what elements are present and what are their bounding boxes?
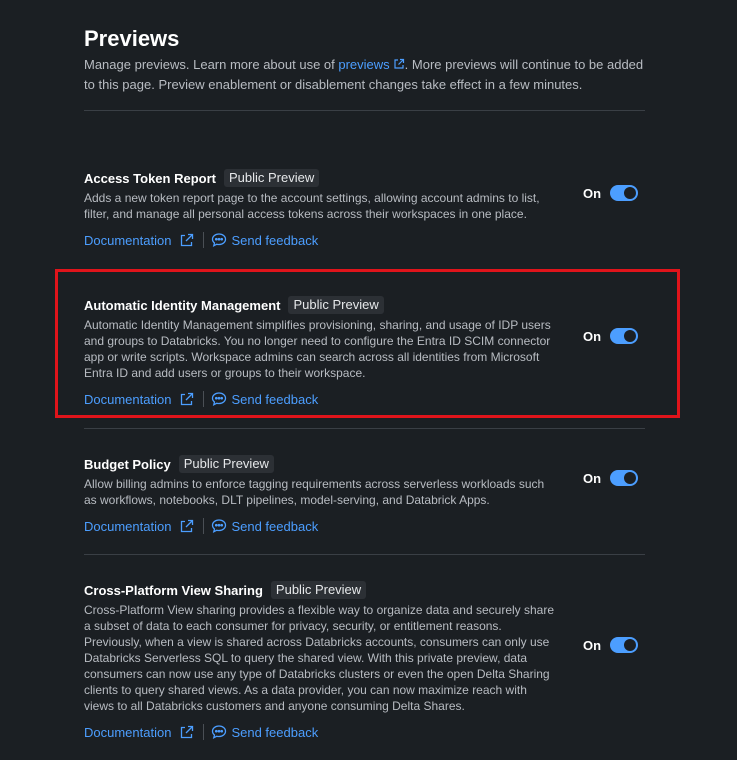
divider xyxy=(84,428,645,429)
speech-bubble-icon xyxy=(212,233,227,248)
toggle-switch[interactable] xyxy=(610,185,639,201)
feature-title: Cross-Platform View Sharing xyxy=(84,582,263,598)
toggle-label: On xyxy=(583,470,602,486)
highlight-box xyxy=(55,269,680,418)
feature-cross-platform-view-sharing: Cross-Platform View Sharing Public Previ… xyxy=(84,580,644,741)
divider xyxy=(84,110,645,111)
status-badge: Public Preview xyxy=(223,169,320,187)
page-title: Previews xyxy=(84,26,180,51)
documentation-link[interactable]: Documentation xyxy=(84,725,194,740)
toggle-knob xyxy=(624,187,637,199)
external-link-icon xyxy=(394,58,404,69)
previews-link-label: previews xyxy=(338,57,390,72)
toggle-label: On xyxy=(583,637,602,653)
send-feedback-link[interactable]: Send feedback xyxy=(211,724,318,740)
separator xyxy=(203,724,205,740)
intro-text-before: Manage previews. Learn more about use of xyxy=(84,57,339,72)
separator xyxy=(203,232,205,248)
send-feedback-link[interactable]: Send feedback xyxy=(211,232,318,248)
external-link-icon xyxy=(181,233,194,246)
speech-bubble-icon xyxy=(212,725,227,740)
send-feedback-label: Send feedback xyxy=(231,232,319,248)
send-feedback-label: Send feedback xyxy=(231,724,319,740)
documentation-link[interactable]: Documentation xyxy=(84,519,194,534)
feature-description: Adds a new token report page to the acco… xyxy=(84,191,540,221)
feature-title: Access Token Report xyxy=(84,170,216,186)
documentation-label: Documentation xyxy=(84,724,172,740)
page-intro: Manage previews. Learn more about use of… xyxy=(84,55,649,95)
status-badge: Public Preview xyxy=(178,455,274,473)
toggle-control: On xyxy=(583,637,639,653)
external-link-icon xyxy=(181,519,194,532)
toggle-label: On xyxy=(583,185,602,201)
previews-link[interactable]: previews xyxy=(338,57,404,72)
toggle-knob xyxy=(624,639,637,651)
toggle-switch[interactable] xyxy=(610,637,639,653)
toggle-switch[interactable] xyxy=(610,470,639,486)
toggle-control: On xyxy=(583,185,639,201)
feature-budget-policy: Budget Policy Public Preview Allow billi… xyxy=(84,454,644,535)
separator xyxy=(203,518,205,534)
feature-title: Budget Policy xyxy=(84,456,171,472)
toggle-control: On xyxy=(583,470,639,486)
documentation-label: Documentation xyxy=(84,232,172,248)
status-badge: Public Preview xyxy=(270,581,367,599)
divider xyxy=(84,554,645,555)
documentation-link[interactable]: Documentation xyxy=(84,233,194,248)
feature-description: Allow billing admins to enforce tagging … xyxy=(84,477,545,507)
feature-access-token-report: Access Token Report Public Preview Adds … xyxy=(84,168,644,249)
feature-description: Cross-Platform View sharing provides a f… xyxy=(84,603,555,713)
documentation-label: Documentation xyxy=(84,518,172,534)
external-link-icon xyxy=(181,725,194,738)
speech-bubble-icon xyxy=(212,519,227,534)
toggle-knob xyxy=(624,472,637,484)
send-feedback-label: Send feedback xyxy=(231,518,319,534)
send-feedback-link[interactable]: Send feedback xyxy=(211,518,318,534)
